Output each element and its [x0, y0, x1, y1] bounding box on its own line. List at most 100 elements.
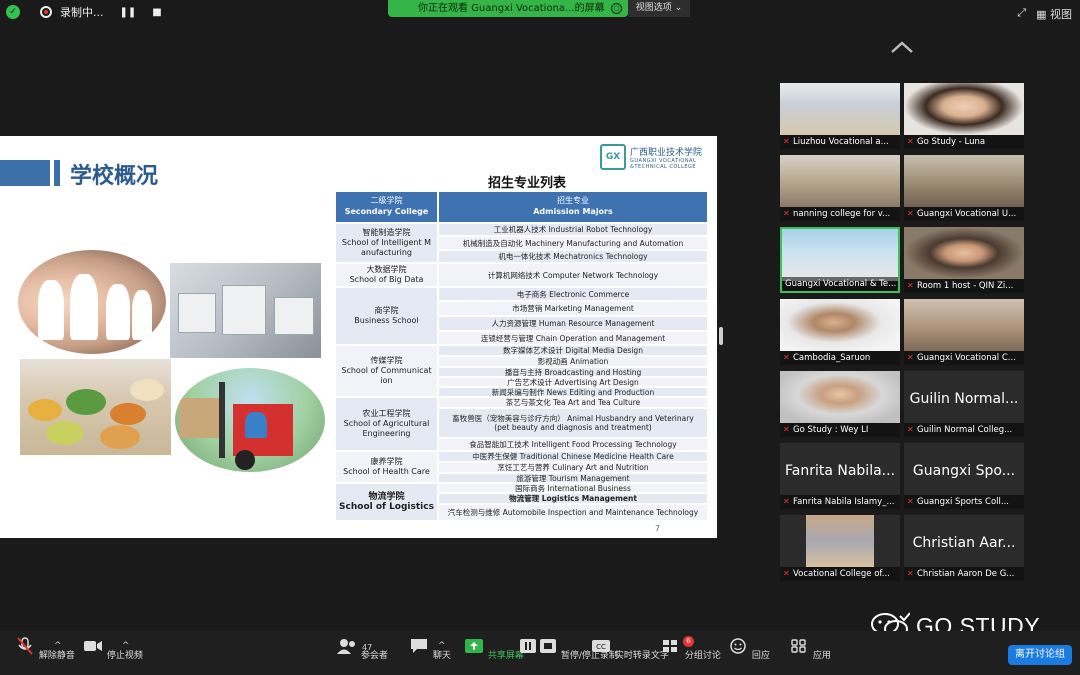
top-right-controls: ⤢ ▦ 视图	[1017, 6, 1072, 22]
table-row-school: 商学院 Business School	[336, 288, 437, 344]
mic-muted-icon: ✕	[907, 281, 914, 290]
participant-tile[interactable]: ✕ Vocational College of...	[780, 515, 900, 581]
header-majors-en: Admission Majors	[533, 207, 613, 216]
table-header-majors: 招生专业 Admission Majors	[439, 192, 707, 222]
header-college-en: Secondary College	[344, 207, 429, 216]
pause-recording-icon[interactable]: ❚❚	[120, 7, 137, 18]
admission-majors-table: 二级学院 Secondary College 招生专业 Admission Ma…	[336, 192, 707, 520]
college-logo: GX 广西职业技术学院 GUANGXI VOCATIONAL &TECHNICA…	[600, 144, 702, 170]
slide-title: 学校概况	[70, 164, 159, 189]
reactions-label: 回应	[751, 651, 770, 661]
school-en: School of Logistics	[339, 502, 434, 512]
school-cn: 农业工程学院	[362, 409, 411, 418]
participant-tile[interactable]: ✕ Guangxi Vocational C...	[904, 299, 1024, 365]
participant-name-large: Fanrita Nabila...	[784, 463, 896, 479]
table-cell-major: 影视动画 Animation	[439, 357, 707, 366]
logo-text-en-2: &TECHNICAL COLLEGE	[630, 163, 697, 170]
participant-tile[interactable]: Fanrita Nabila... ✕ Fanrita Nabila Islamy…	[780, 443, 900, 509]
participants-icon	[337, 639, 355, 654]
school-cn: 传媒学院	[370, 356, 403, 365]
participant-label: ✕ Fanrita Nabila Islamy_...	[780, 495, 900, 509]
fullscreen-icon[interactable]: ⤢	[1017, 6, 1026, 22]
table-cell-major: 畜牧兽医（宠物美容与诊疗方向） Animal Husbandry and Vet…	[439, 409, 707, 437]
school-en: Business School	[354, 316, 419, 325]
participant-label: ✕ Guangxi Vocational U...	[904, 207, 1024, 221]
school-cn: 大数据学院	[366, 265, 407, 274]
participant-tile-active-speaker[interactable]: Guangxi Vocational & Te...	[780, 227, 900, 293]
pause-stop-record-icon	[520, 639, 556, 653]
mic-muted-icon: ✕	[907, 137, 914, 146]
chat-label: 聊天	[432, 651, 451, 661]
participant-tile[interactable]: Guilin Normal... ✕ Guilin Normal Colleg..…	[904, 371, 1024, 437]
participant-label: ✕ Christian Aaron De G...	[904, 567, 1024, 581]
participant-label: ✕ Guilin Normal Colleg...	[904, 423, 1024, 437]
security-shield-icon[interactable]: ✓	[6, 5, 20, 19]
unmute-button[interactable]: 解除静音	[14, 637, 75, 661]
participants-count: 47	[362, 643, 373, 652]
chat-bubble-icon	[411, 639, 427, 653]
participant-name-large: Guangxi Spo...	[912, 463, 1016, 479]
stop-video-label: 停止视频	[106, 651, 143, 661]
mic-options-chevron-icon[interactable]: ^	[54, 641, 62, 651]
top-bar: ✓ 录制中... ❚❚ ■ 你正在观看 Guangxi Vocationa...…	[0, 0, 1080, 26]
table-cell-major: 人力资源管理 Human Resource Management	[439, 317, 707, 330]
viewing-screen-banner: 你正在观看 Guangxi Vocationa...的屏幕 ○	[388, 0, 628, 17]
table-row-school: 康养学院 School of Health Care	[336, 452, 437, 482]
view-button[interactable]: ▦ 视图	[1036, 6, 1072, 22]
table-cell-major: 计算机网络技术 Computer Network Technology	[439, 264, 707, 286]
table-cell-major: 旅游管理 Tourism Management	[439, 474, 707, 483]
table-cell-major: 烹饪工艺与营养 Culinary Art and Nutrition	[439, 463, 707, 472]
reactions-button[interactable]: 回应	[727, 637, 770, 661]
participant-label: ✕ nanning college for v...	[780, 207, 900, 221]
participant-tile[interactable]: ✕ Room 1 host - QIN Zi...	[904, 227, 1024, 293]
table-title: 招生专业列表	[488, 176, 567, 191]
participant-name-large: Guilin Normal...	[909, 391, 1019, 407]
participant-tile[interactable]: ✕ Go Study - Luna	[904, 83, 1024, 149]
stop-video-button[interactable]: 停止视频	[82, 637, 143, 661]
chevron-up-icon[interactable]	[890, 40, 914, 54]
record-dot-icon	[40, 6, 52, 18]
split-resize-handle[interactable]	[719, 327, 723, 345]
participant-label: ✕ Cambodia_Saruon	[780, 351, 900, 365]
header-college-cn: 二级学院	[370, 196, 403, 205]
table-cell-major: 机械制造及自动化 Machinery Manufacturing and Aut…	[439, 237, 707, 249]
participant-tile[interactable]: ✕ Guangxi Vocational U...	[904, 155, 1024, 221]
stop-recording-icon[interactable]: ■	[152, 7, 161, 18]
school-en: School of Agricultural Engineering	[343, 419, 430, 438]
participant-tile[interactable]: Guangxi Spo... ✕ Guangxi Sports Coll...	[904, 443, 1024, 509]
participant-tile[interactable]: ✕ Go Study : Wey LI	[780, 371, 900, 437]
school-cn: 商学院	[374, 306, 399, 315]
table-cell-major: 数字媒体艺术设计 Digital Media Design	[439, 346, 707, 355]
share-screen-button[interactable]: 共享屏幕	[463, 637, 524, 661]
table-cell-major: 机电一体化技术 Mechatronics Technology	[439, 251, 707, 262]
table-cell-major: 市场营销 Marketing Management	[439, 302, 707, 315]
participant-tile[interactable]: ✕ nanning college for v...	[780, 155, 900, 221]
logo-text-en-1: GUANGXI VOCATIONAL	[630, 157, 697, 164]
chat-options-chevron-icon[interactable]: ^	[438, 641, 446, 651]
banner-info-icon[interactable]: ○	[611, 3, 622, 14]
title-accent-bar-thin	[54, 160, 60, 186]
photo-culinary-dishes	[20, 359, 171, 455]
participant-label: ✕ Liuzhou Vocational a...	[780, 135, 900, 149]
table-row-school: 传媒学院 School of Communicat ion	[336, 346, 437, 396]
mic-muted-icon: ✕	[783, 209, 790, 218]
school-en: School of Communicat ion	[341, 366, 432, 385]
participant-tile[interactable]: ✕ Cambodia_Saruon	[780, 299, 900, 365]
school-en: School of Health Care	[343, 467, 430, 476]
mic-muted-icon: ✕	[783, 137, 790, 146]
mic-muted-icon: ✕	[783, 497, 790, 506]
breakout-label: 分组讨论	[684, 651, 721, 661]
live-transcript-button[interactable]: CC 实时转录文字	[590, 637, 669, 661]
table-cell-major: 电子商务 Electronic Commerce	[439, 288, 707, 300]
leave-breakout-room-button[interactable]: 离开讨论组	[1008, 645, 1072, 665]
breakout-badge: 6	[683, 636, 694, 647]
table-cell-major: 汽车检测与维修 Automobile Inspection and Mainte…	[439, 505, 707, 520]
view-options-button[interactable]: 视图选项 ⌄	[628, 0, 690, 17]
table-cell-major: 中医养生保健 Traditional Chinese Medicine Heal…	[439, 452, 707, 461]
apps-button[interactable]: 应用	[788, 637, 831, 661]
participant-tile[interactable]: Christian Aar... ✕ Christian Aaron De G..…	[904, 515, 1024, 581]
mic-muted-icon	[17, 637, 33, 655]
slide-page-number: 7	[655, 524, 661, 533]
video-options-chevron-icon[interactable]: ^	[122, 641, 130, 651]
participant-tile[interactable]: ✕ Liuzhou Vocational a...	[780, 83, 900, 149]
